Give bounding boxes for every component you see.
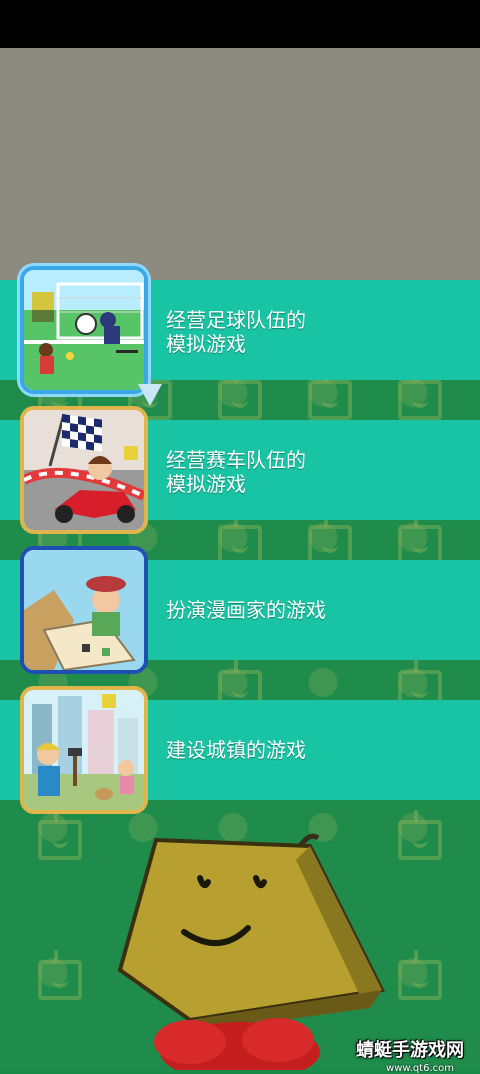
- pattern-icon: [218, 370, 262, 420]
- manga-icon: [24, 550, 144, 670]
- label-line: 经营足球队伍的: [166, 308, 306, 332]
- watermark-text: 蜻蜓手游戏网: [356, 1040, 464, 1061]
- town-game-icon[interactable]: [20, 686, 148, 814]
- top-panel: [0, 48, 480, 280]
- kairobot-mascot-image: [117, 833, 386, 1070]
- watermark-url: www.qt6.com: [386, 1063, 454, 1074]
- game-label-town: 建设城镇的游戏: [166, 738, 306, 762]
- pattern-icon: [398, 810, 442, 860]
- racing-icon: [24, 410, 144, 530]
- game-label-manga: 扮演漫画家的游戏: [166, 598, 326, 622]
- game-label-racing: 经营赛车队伍的 模拟游戏: [166, 448, 306, 496]
- status-bar: [0, 0, 480, 48]
- soccer-game-icon[interactable]: [20, 266, 148, 394]
- pattern-icon: [308, 515, 352, 565]
- pattern-icon: [398, 370, 442, 420]
- pattern-icon: [308, 370, 352, 420]
- manga-game-icon[interactable]: [20, 546, 148, 674]
- pattern-icon: [38, 950, 82, 1000]
- label-line: 模拟游戏: [166, 472, 246, 496]
- soccer-icon: [24, 270, 144, 390]
- town-icon: [24, 690, 144, 810]
- label-line: 建设城镇的游戏: [166, 738, 306, 762]
- bubble-tail: [138, 384, 162, 406]
- label-line: 经营赛车队伍的: [166, 448, 306, 472]
- pattern-icon: [398, 950, 442, 1000]
- pattern-icon: [38, 810, 82, 860]
- game-label-soccer: 经营足球队伍的 模拟游戏: [166, 308, 306, 356]
- label-line: 扮演漫画家的游戏: [166, 598, 326, 622]
- label-line: 模拟游戏: [166, 332, 246, 356]
- racing-game-icon[interactable]: [20, 406, 148, 534]
- pattern-icon: [218, 515, 262, 565]
- pattern-icon: [398, 515, 442, 565]
